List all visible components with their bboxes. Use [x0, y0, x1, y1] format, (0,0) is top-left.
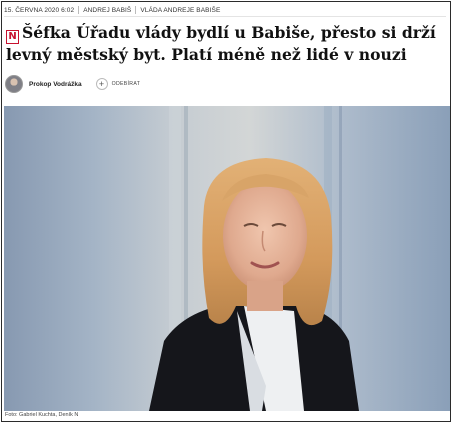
portrait-image [4, 106, 450, 411]
headline-text: Šéfka Úřadu vlády bydlí u Babiše, přesto… [6, 23, 436, 64]
tag-link-andrej-babis[interactable]: ANDREJ BABIŠ [83, 7, 131, 14]
divider [135, 6, 137, 14]
author-row: Prokop Vodrážka + ODEBÍRAT [5, 74, 140, 94]
plus-icon: + [95, 78, 108, 90]
article-headline: N Šéfka Úřadu vlády bydlí u Babiše, přest… [6, 22, 448, 65]
author-name[interactable]: Prokop Vodrážka [29, 81, 82, 88]
article-photo[interactable] [4, 106, 450, 411]
denik-n-logo-icon: N [6, 30, 19, 44]
divider [78, 6, 80, 14]
meta-divider [4, 16, 446, 17]
follow-author-button[interactable]: + ODEBÍRAT [95, 78, 141, 90]
article-meta: 15. ČERVNA 2020 6:02 ANDREJ BABIŠ VLÁDA … [4, 4, 446, 16]
follow-label: ODEBÍRAT [111, 81, 141, 87]
publish-date: 15. ČERVNA 2020 6:02 [4, 6, 75, 14]
photo-caption: Foto: Gabriel Kuchta, Deník N [5, 412, 79, 418]
author-avatar[interactable] [5, 75, 23, 93]
article-frame: 15. ČERVNA 2020 6:02 ANDREJ BABIŠ VLÁDA … [1, 1, 451, 422]
tag-link-vlada-andreje-babise[interactable]: VLÁDA ANDREJE BABIŠE [140, 7, 220, 14]
